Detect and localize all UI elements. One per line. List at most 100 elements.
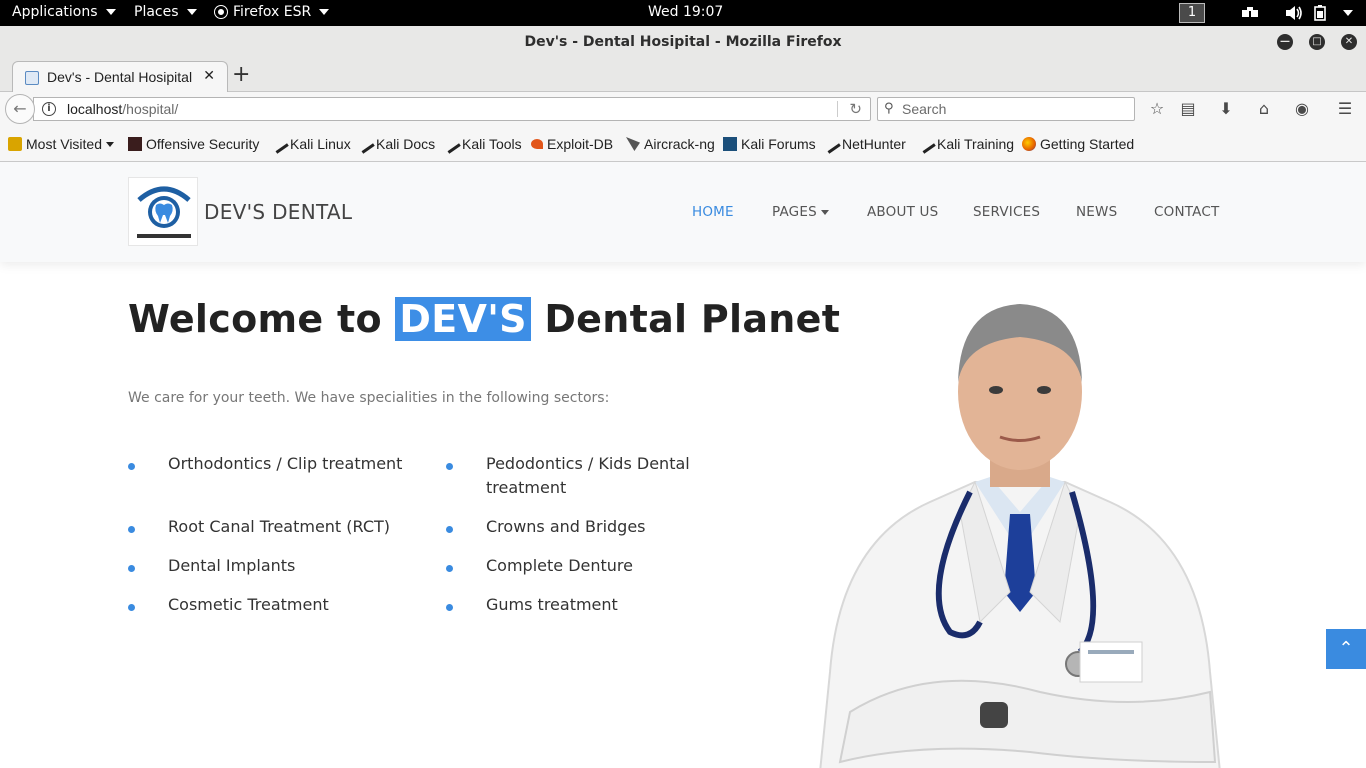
nav-about-us[interactable]: ABOUT US (867, 204, 938, 220)
chevron-down-icon (319, 9, 330, 15)
site-brand[interactable]: DEV'S DENTAL (204, 200, 352, 224)
bookmark-kali-forums[interactable]: Kali Forums (723, 136, 816, 152)
search-bar[interactable]: ⚲ (877, 97, 1135, 121)
bookmark-most-visited[interactable]: Most Visited (8, 136, 114, 152)
maximize-button[interactable]: □ (1309, 34, 1325, 50)
speciality-item: Cosmetic Treatment (168, 595, 329, 614)
nav-pages-label: PAGES (772, 204, 817, 220)
bookmark-aircrack-ng[interactable]: Aircrack-ng (626, 136, 715, 152)
home-icon[interactable]: ⌂ (1254, 99, 1274, 119)
speciality-item: Complete Denture (486, 556, 633, 575)
url-host: localhost (67, 101, 123, 117)
new-tab-button[interactable]: + (232, 62, 250, 87)
bookmark-exploit-db[interactable]: Exploit-DB (531, 136, 613, 152)
bookmark-star-icon[interactable]: ☆ (1147, 99, 1167, 119)
bullet-icon (446, 463, 453, 470)
reading-list-icon[interactable]: ▤ (1178, 99, 1198, 119)
bookmark-label: Aircrack-ng (644, 136, 715, 152)
bookmark-label: Kali Tools (462, 136, 522, 152)
url-path: /hospital/ (122, 101, 179, 117)
bookmark-nethunter[interactable]: NetHunter (821, 134, 906, 154)
offsec-icon (128, 137, 142, 151)
firefox-app-menu[interactable]: Firefox ESR (215, 4, 330, 20)
web-page: DEV'S DENTAL HOME PAGES ABOUT US SERVICE… (0, 162, 1366, 768)
speciality-item: Crowns and Bridges (486, 517, 646, 536)
speciality-item: Orthodontics / Clip treatment (168, 454, 403, 473)
hamburger-menu-icon[interactable]: ☰ (1335, 99, 1355, 119)
places-label: Places (134, 4, 179, 20)
firefox-small-icon (215, 6, 227, 18)
aircrack-icon (626, 137, 640, 151)
kali-dragon-icon (441, 134, 461, 154)
exploitdb-icon (531, 139, 543, 149)
search-input[interactable] (902, 100, 1122, 118)
hero-title: Welcome to DEV'S Dental Planet (128, 297, 840, 341)
bookmark-kali-tools[interactable]: Kali Tools (441, 134, 522, 154)
search-icon: ⚲ (884, 101, 894, 116)
firefox-app-label: Firefox ESR (233, 4, 312, 20)
battery-icon[interactable] (1313, 5, 1331, 21)
bookmark-offensive-security[interactable]: Offensive Security (128, 136, 259, 152)
bullet-icon (128, 565, 135, 572)
nav-pages[interactable]: PAGES (772, 204, 830, 220)
hero-subtitle: We care for your teeth. We have speciali… (128, 390, 610, 406)
downloads-icon[interactable]: ⬇ (1216, 99, 1236, 119)
workspace-indicator[interactable]: 1 (1179, 3, 1205, 23)
nav-news[interactable]: NEWS (1076, 204, 1117, 220)
nav-contact[interactable]: CONTACT (1154, 204, 1219, 220)
site-info-icon[interactable]: i (42, 102, 56, 116)
chevron-down-icon (821, 209, 830, 215)
reload-icon[interactable]: ↻ (849, 100, 862, 118)
speciality-item: Dental Implants (168, 556, 296, 575)
site-favicon-icon (25, 71, 39, 85)
bullet-icon (446, 604, 453, 611)
navigation-toolbar: i localhost/hospital/ ↻ ← ⚲ ☆ ▤ ⬇ ⌂ ◉ ☰ (0, 92, 1366, 126)
tab-title: Dev's - Dental Hosipital (47, 69, 193, 85)
hero-title-highlight: DEV'S (395, 297, 531, 341)
bullet-icon (128, 463, 135, 470)
network-icon[interactable] (1241, 5, 1259, 21)
bookmark-label: Getting Started (1040, 136, 1135, 152)
close-window-button[interactable]: ✕ (1341, 34, 1357, 50)
bookmark-kali-linux[interactable]: Kali Linux (269, 134, 351, 154)
bookmark-label: Kali Forums (741, 136, 816, 152)
bookmark-kali-docs[interactable]: Kali Docs (355, 134, 436, 154)
system-top-bar: Applications Places Firefox ESR Wed 19:0… (0, 0, 1366, 26)
applications-label: Applications (12, 4, 98, 20)
scroll-to-top-button[interactable]: ⌃ (1326, 629, 1366, 669)
applications-menu[interactable]: Applications (12, 4, 116, 20)
firefox-icon (1022, 137, 1036, 151)
bookmark-label: Offensive Security (146, 136, 260, 152)
system-menu-chevron-icon[interactable] (1343, 10, 1353, 16)
browser-tab[interactable]: Dev's - Dental Hosipital ✕ (12, 61, 228, 93)
bullet-icon (446, 526, 453, 533)
url-text[interactable]: localhost/hospital/ (67, 101, 178, 117)
url-bar[interactable]: i localhost/hospital/ ↻ (33, 97, 871, 121)
tab-close-icon[interactable]: ✕ (203, 68, 215, 84)
clock[interactable]: Wed 19:07 (648, 4, 723, 20)
kali-forums-icon (723, 137, 737, 151)
places-menu[interactable]: Places (134, 4, 197, 20)
nav-services[interactable]: SERVICES (973, 204, 1040, 220)
kali-dragon-icon (269, 134, 289, 154)
kali-dragon-icon (355, 134, 375, 154)
bookmark-label: Kali Training (937, 136, 1015, 152)
bookmark-label: Most Visited (26, 136, 102, 152)
minimize-button[interactable]: — (1277, 34, 1293, 50)
back-button[interactable]: ← (5, 94, 35, 124)
site-header: DEV'S DENTAL HOME PAGES ABOUT US SERVICE… (0, 162, 1366, 262)
volume-icon[interactable] (1285, 5, 1303, 21)
bookmark-getting-started[interactable]: Getting Started (1022, 136, 1134, 152)
doctor-image (819, 304, 1221, 768)
bookmark-kali-training[interactable]: Kali Training (916, 134, 1015, 154)
pocket-icon[interactable]: ◉ (1292, 99, 1312, 119)
chevron-down-icon (186, 9, 197, 15)
kali-dragon-icon (821, 134, 841, 154)
chevron-down-icon (106, 141, 114, 147)
star-folder-icon (8, 137, 22, 151)
site-logo[interactable] (128, 177, 198, 246)
bookmark-label: Kali Docs (376, 136, 436, 152)
nav-home[interactable]: HOME (692, 204, 734, 220)
bookmark-label: Exploit-DB (547, 136, 614, 152)
tooth-logo-icon (137, 186, 191, 238)
